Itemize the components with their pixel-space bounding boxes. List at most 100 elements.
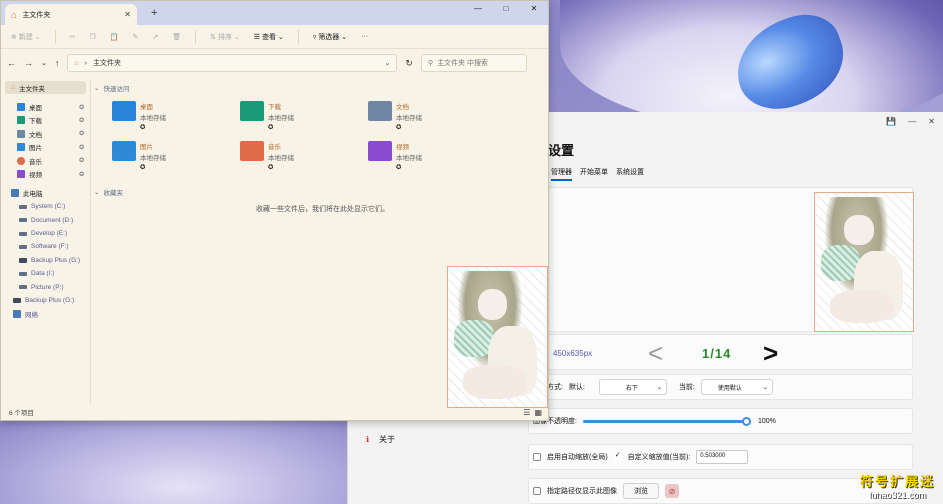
filter-button[interactable]: ▿ 筛选器 ⌄ bbox=[313, 32, 347, 42]
minimize-button[interactable]: — bbox=[908, 117, 916, 126]
cut-icon[interactable]: ✂ bbox=[70, 33, 76, 41]
clear-icon: ⊘ bbox=[668, 486, 676, 496]
maximize-button[interactable]: □ bbox=[492, 1, 520, 15]
sidebar-item-pictures[interactable]: 图片 ✪ bbox=[1, 141, 90, 154]
favorites-header[interactable]: ⌄ 收藏夹 bbox=[94, 187, 546, 197]
back-icon[interactable]: ← bbox=[7, 58, 16, 68]
site-watermark: 符号扩展迷 fuhao321.com bbox=[860, 471, 935, 500]
sidebar-item-this-pc[interactable]: 此电脑 bbox=[1, 187, 90, 200]
more-button[interactable]: ··· bbox=[361, 33, 368, 40]
document-icon bbox=[17, 129, 25, 138]
about-nav-item[interactable]: ℹ 关于 bbox=[366, 434, 395, 445]
delete-icon[interactable]: 🗑 bbox=[172, 33, 181, 41]
sidebar-item-backup[interactable]: Backup Plus (G:) bbox=[1, 294, 90, 307]
custom-zoom-checkbox[interactable]: ✓ bbox=[613, 452, 622, 461]
opacity-row: 图像不透明度: 100% bbox=[528, 408, 913, 434]
sort-button[interactable]: ⇅ 排序 ⌄ bbox=[210, 32, 240, 42]
tab-start-menu[interactable]: 开始菜单 bbox=[580, 167, 608, 181]
forward-icon[interactable]: → bbox=[24, 58, 33, 68]
address-bar[interactable]: ⌂ › 主文件夹 ⌄ bbox=[67, 54, 398, 72]
document-folder-icon bbox=[368, 101, 392, 121]
home-icon: ⌂ bbox=[74, 59, 79, 67]
pin-icon: ✪ bbox=[78, 158, 84, 165]
previous-image-button[interactable]: < bbox=[648, 338, 663, 369]
close-tab-icon[interactable]: ✕ bbox=[124, 10, 131, 19]
breadcrumb[interactable]: 主文件夹 bbox=[93, 58, 121, 68]
auto-zoom-label: 启用自动缩放(全局) bbox=[547, 454, 608, 461]
download-icon bbox=[17, 116, 25, 125]
desktop-icon bbox=[17, 103, 25, 112]
folder-item-desktop[interactable]: 桌面 本地存储 ✪ bbox=[112, 101, 240, 131]
current-align-select[interactable]: 使用默认 ⌄ bbox=[700, 379, 773, 395]
view-button[interactable]: ☰ 查看 ⌄ bbox=[254, 32, 284, 42]
sidebar-item-drive-f[interactable]: Software (F:) bbox=[1, 240, 90, 253]
sidebar-item-music[interactable]: 音乐 ✪ bbox=[1, 154, 90, 167]
refresh-icon[interactable]: ↻ bbox=[405, 58, 413, 69]
auto-zoom-checkbox[interactable] bbox=[533, 453, 541, 461]
sidebar-item-drive-d[interactable]: Document (D:) bbox=[1, 214, 90, 227]
folder-item-pictures[interactable]: 图片 本地存储 ✪ bbox=[112, 141, 240, 171]
drive-icon bbox=[19, 257, 27, 263]
drive-icon bbox=[19, 244, 27, 249]
paste-icon[interactable]: 📋 bbox=[110, 33, 119, 41]
search-input[interactable]: ⚲ 主文件夹 中搜索 bbox=[420, 54, 527, 72]
tab-system-settings[interactable]: 系统设置 bbox=[616, 167, 644, 181]
folder-icon bbox=[112, 101, 136, 121]
pin-icon: ✪ bbox=[396, 164, 402, 171]
folder-item-documents[interactable]: 文档 本地存储 ✪ bbox=[368, 101, 496, 131]
copy-icon[interactable]: ❐ bbox=[90, 33, 96, 41]
default-align-select[interactable]: 右下 ⌄ bbox=[598, 379, 667, 395]
folder-item-videos[interactable]: 视频 本地存储 ✪ bbox=[368, 141, 496, 171]
folder-item-downloads[interactable]: 下载 本地存储 ✪ bbox=[240, 101, 368, 131]
custom-zoom-input[interactable]: 0.503000 bbox=[696, 450, 749, 464]
folder-item-music[interactable]: 音乐 本地存储 ✪ bbox=[240, 141, 368, 171]
up-icon[interactable]: ↑ bbox=[55, 58, 60, 68]
pin-icon: ✪ bbox=[140, 164, 146, 171]
sidebar-item-desktop[interactable]: 桌面 ✪ bbox=[1, 100, 90, 113]
quick-access-header[interactable]: ⌄ 快速访问 bbox=[94, 83, 546, 93]
minimize-button[interactable]: — bbox=[464, 1, 492, 15]
sidebar-item-drive-g[interactable]: Backup Plus (G:) bbox=[1, 254, 90, 267]
image-size-label: 450x635px bbox=[553, 349, 593, 358]
next-image-button[interactable]: > bbox=[763, 338, 778, 369]
sidebar-item-documents[interactable]: 文档 ✪ bbox=[1, 127, 90, 140]
new-tab-button[interactable]: + bbox=[151, 7, 157, 19]
chevron-down-icon[interactable]: ⌄ bbox=[385, 59, 391, 67]
pictures-folder-icon bbox=[112, 141, 136, 161]
clear-path-button[interactable]: ⊘ bbox=[665, 484, 679, 498]
close-button[interactable]: ✕ bbox=[520, 1, 548, 15]
watermark-url: fuhao321.com bbox=[868, 490, 927, 500]
sidebar-item-drive-p[interactable]: Picture (P:) bbox=[1, 280, 90, 293]
tab-home-folder[interactable]: ⌂ 主文件夹 ✕ bbox=[5, 4, 137, 25]
share-icon[interactable]: ↗ bbox=[152, 33, 158, 41]
explorer-tabbar: ⌂ 主文件夹 ✕ + — □ ✕ bbox=[1, 1, 548, 25]
slider-knob[interactable] bbox=[741, 416, 751, 426]
chevron-down-icon: ⌄ bbox=[656, 384, 662, 391]
save-icon[interactable]: 💾 bbox=[886, 117, 896, 126]
pictures-icon bbox=[17, 143, 25, 152]
sidebar-item-downloads[interactable]: 下载 ✪ bbox=[1, 114, 90, 127]
video-folder-icon bbox=[368, 141, 392, 161]
sidebar-item-home[interactable]: ⌂ 主文件夹 bbox=[5, 81, 86, 95]
zoom-row: 启用自动缩放(全局) ✓ 自定义缩放值(当前): 0.503000 bbox=[528, 444, 913, 470]
close-button[interactable]: ✕ bbox=[928, 117, 935, 126]
sidebar-item-drive-e[interactable]: Develop (E:) bbox=[1, 227, 90, 240]
details-view-icon[interactable]: ☰ bbox=[523, 408, 530, 417]
tab-manager[interactable]: 管理器 bbox=[551, 167, 572, 181]
path-only-checkbox[interactable] bbox=[533, 487, 541, 495]
search-icon: ⚲ bbox=[427, 60, 434, 67]
floating-image-overlay[interactable] bbox=[447, 266, 548, 408]
opacity-slider[interactable] bbox=[582, 416, 751, 426]
settings-tabs: 管理器 开始菜单 系统设置 bbox=[551, 167, 644, 181]
home-icon: ⌂ bbox=[11, 84, 15, 92]
sidebar-item-drive-c[interactable]: System (C:) bbox=[1, 200, 90, 213]
tiles-view-icon[interactable]: ▦ bbox=[534, 408, 542, 417]
new-button[interactable]: ⊕ 新建 ⌄ bbox=[11, 32, 41, 42]
chevron-down-icon[interactable]: ⌄ bbox=[41, 59, 47, 67]
sidebar-item-network[interactable]: 网络 bbox=[1, 307, 90, 320]
sidebar-item-videos[interactable]: 视频 ✪ bbox=[1, 167, 90, 180]
browse-button[interactable]: 浏览 bbox=[623, 483, 659, 499]
pin-icon: ✪ bbox=[396, 124, 402, 131]
sidebar-item-drive-i[interactable]: Data (I:) bbox=[1, 267, 90, 280]
rename-icon[interactable]: ✎ bbox=[133, 33, 139, 41]
